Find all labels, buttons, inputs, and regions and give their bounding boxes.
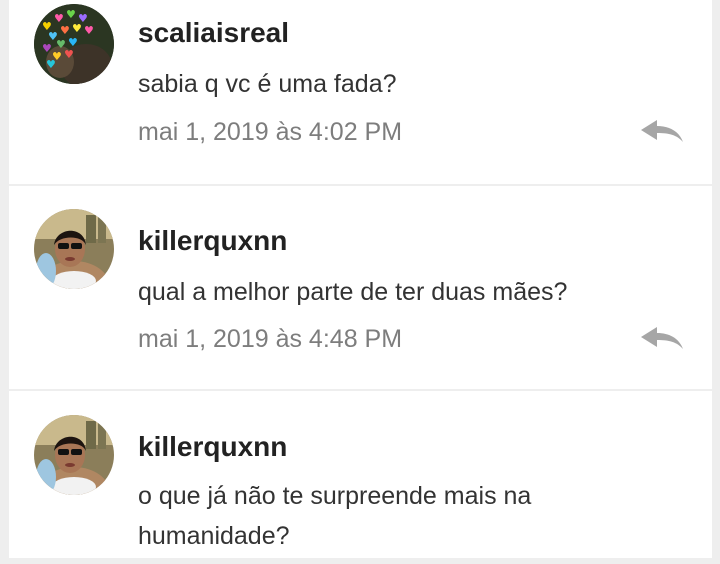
timestamp: mai 1, 2019 às 4:02 PM bbox=[138, 118, 403, 146]
avatar[interactable]: ♥ ♥ ♥ ♥ ♥ ♥ ♥ ♥ ♥ ♥ ♥ ♥ ♥ ♥ bbox=[34, 4, 114, 84]
svg-text:♥: ♥ bbox=[46, 58, 56, 71]
username[interactable]: killerquxnn bbox=[138, 225, 287, 257]
svg-text:♥: ♥ bbox=[42, 42, 52, 55]
svg-text:♥: ♥ bbox=[64, 48, 74, 61]
timestamp: mai 1, 2019 às 4:48 PM bbox=[138, 325, 403, 353]
comment-card: killerquxnn o que já não te surpreende m… bbox=[9, 391, 712, 558]
reply-arrow-icon[interactable] bbox=[639, 118, 685, 144]
comment-feed: ♥ ♥ ♥ ♥ ♥ ♥ ♥ ♥ ♥ ♥ ♥ ♥ ♥ ♥ scaliaisreal bbox=[0, 0, 720, 564]
svg-text:♥: ♥ bbox=[84, 24, 94, 37]
username[interactable]: scaliaisreal bbox=[138, 17, 289, 49]
svg-text:♥: ♥ bbox=[66, 8, 76, 21]
reply-arrow-icon[interactable] bbox=[639, 325, 685, 351]
svg-text:♥: ♥ bbox=[72, 22, 82, 35]
comment-text: qual a melhor parte de ter duas mães? bbox=[138, 278, 568, 306]
avatar[interactable] bbox=[34, 415, 114, 495]
avatar[interactable] bbox=[34, 209, 114, 289]
comment-card: ♥ ♥ ♥ ♥ ♥ ♥ ♥ ♥ ♥ ♥ ♥ ♥ ♥ ♥ scaliaisreal bbox=[9, 0, 712, 184]
comment-text: o que já não te surpreende mais na human… bbox=[138, 482, 532, 550]
username[interactable]: killerquxnn bbox=[138, 431, 287, 463]
comment-card: killerquxnn qual a melhor parte de ter d… bbox=[9, 186, 712, 389]
comment-text: sabia q vc é uma fada? bbox=[138, 70, 397, 98]
